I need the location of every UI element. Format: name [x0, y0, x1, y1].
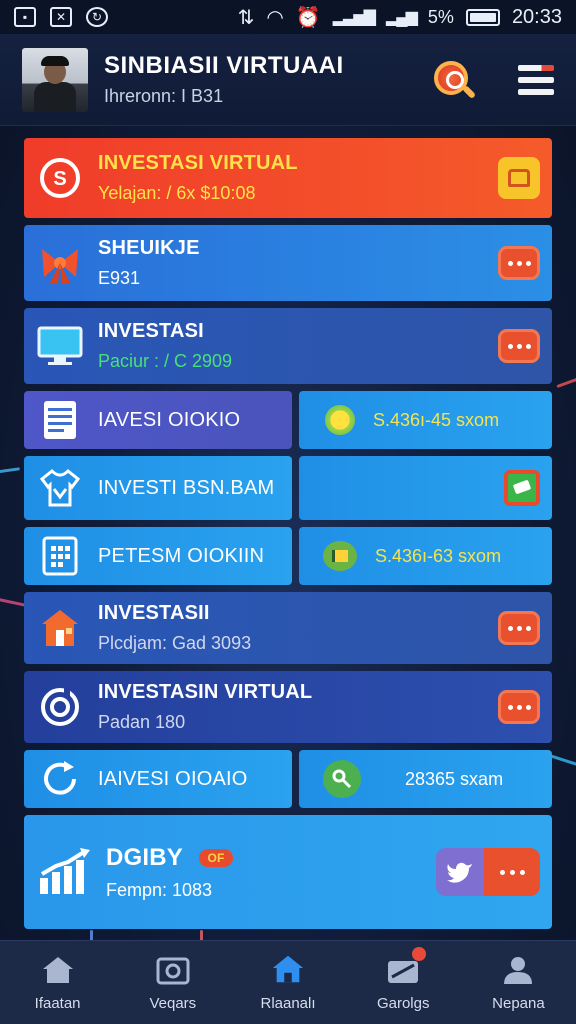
wifi-icon: ◠ [266, 6, 284, 29]
card-subtitle: Padan 180 [98, 712, 186, 732]
sync-icon: ↻ [86, 7, 108, 27]
list-row-pair: PETESM OIOKIIN S.436ı-63 sxom [24, 527, 552, 585]
monitor-icon [36, 322, 84, 370]
signal-icon: ▂▄▆ [385, 9, 418, 26]
gift-bow-icon [36, 239, 84, 287]
shirt-icon [36, 464, 84, 512]
notification-dot [412, 947, 427, 961]
refresh-icon [36, 755, 84, 803]
list-item[interactable]: IAIVESI OIOAIO [24, 750, 292, 808]
card-title: INVESTASI [98, 320, 204, 342]
alarm-icon: ⏰ [295, 6, 321, 29]
camera-icon [156, 953, 190, 985]
wallet-icon[interactable] [498, 157, 540, 199]
list-row-pair: INVESTI BSN.BAM [24, 456, 552, 520]
twitter-bird-icon[interactable] [436, 848, 484, 896]
list-row-pair: IAVESI OIOKIO S.436ı-45 sxom [24, 391, 552, 449]
list-item[interactable]: SHEUIKJE E931 [24, 225, 552, 301]
page-title: SINBIASII VIRTUAAI [104, 52, 344, 79]
card-subtitle: E931 [98, 268, 141, 288]
calculator-icon [36, 532, 84, 580]
list-item[interactable]: IAVESI OIOKIO [24, 391, 292, 449]
svg-text:S: S [53, 168, 66, 190]
item-label: PETESM OIOKIIN [98, 544, 265, 567]
nav-label: Ifaatan [34, 995, 81, 1012]
list-item[interactable]: INVESTASI Paciur : / C 2909 [24, 308, 552, 384]
card-subtitle: Fempn: 1083 [106, 879, 213, 900]
featured-investment-card[interactable]: S INVESTASI VIRTUAL Yelajan: / 6x $10:08 [24, 138, 552, 218]
status-bar: ▪ ✕ ↻ ⇅ ◠ ⏰ ▂▃▅▇ ▂▄▆ 5% 20:33 [0, 0, 576, 34]
list-item[interactable]: INVESTASII Plcdjam: Gad 3093 [24, 592, 552, 664]
target-icon [36, 683, 84, 731]
item-label: IAVESI OIOKIO [98, 408, 241, 431]
list-row-pair: IAIVESI OIOAIO 28365 sxam [24, 750, 552, 808]
card-subtitle: Paciur : / C 2909 [98, 351, 233, 371]
chat-button[interactable] [498, 246, 540, 280]
signal-bars-icon: ▂▃▅▇ [332, 9, 376, 26]
card-title: SHEUIKJE [98, 237, 200, 259]
home-icon [41, 953, 75, 985]
bottom-nav: Ifaatan Veqars Rlaanalı Garolgs Nepana [0, 940, 576, 1024]
item-label: INVESTI BSN.BAM [98, 476, 275, 499]
key-icon [323, 760, 361, 798]
share-actions [436, 848, 540, 896]
vibrate-icon: ⇅ [237, 6, 255, 29]
list-item-value[interactable]: S.436ı-63 sxom [299, 527, 552, 585]
flag-icon [323, 541, 357, 571]
investment-list: S INVESTASI VIRTUAL Yelajan: / 6x $10:08… [24, 138, 552, 936]
chat-button[interactable] [484, 848, 540, 896]
slot-coin-icon: S [36, 154, 84, 202]
nav-item-profile[interactable]: Nepana [461, 953, 576, 1012]
item-value: 28365 sxam [405, 768, 504, 789]
gallery-icon: ▪ [14, 7, 36, 27]
app-header: SINBIASII VIRTUAAI Ihreronn: I B31 [0, 34, 576, 126]
card-title: INVESTASII [98, 602, 210, 624]
item-value: S.436ı-45 sxom [373, 409, 500, 430]
nav-item-tickets[interactable]: Garolgs [346, 947, 461, 1012]
list-item-value[interactable]: S.436ı-45 sxom [299, 391, 552, 449]
clock: 20:33 [511, 5, 562, 28]
menu-icon[interactable] [518, 64, 554, 95]
battery-icon [465, 8, 500, 26]
nav-label: Rlaanalı [260, 995, 316, 1012]
chat-button[interactable] [498, 611, 540, 645]
card-subtitle: Yelajan: / 6x $10:08 [98, 183, 256, 203]
house-icon [36, 604, 84, 652]
item-value: S.436ı-63 sxom [375, 545, 502, 566]
chat-button[interactable] [498, 329, 540, 363]
nav-label: Garolgs [376, 995, 430, 1012]
growth-chart-icon [36, 848, 92, 896]
battery-percent: 5% [427, 6, 454, 27]
nav-label: Nepana [492, 995, 545, 1012]
list-item[interactable]: INVESTI BSN.BAM [24, 456, 292, 520]
list-item-value[interactable] [299, 456, 552, 520]
crossed-app-icon: ✕ [50, 7, 72, 27]
sun-coin-icon [325, 405, 355, 435]
profile-icon [501, 953, 535, 985]
list-item-value[interactable]: 28365 sxam [299, 750, 552, 808]
item-label: IAIVESI OIOAIO [98, 767, 248, 790]
search-icon[interactable] [430, 57, 477, 103]
game-card-icon[interactable] [504, 470, 540, 506]
status-badge: OF [199, 849, 233, 868]
notepad-icon [36, 396, 84, 444]
chat-button[interactable] [498, 690, 540, 724]
home-active-icon [271, 953, 305, 985]
list-item[interactable]: INVESTASIN VIRTUAL Padan 180 [24, 671, 552, 743]
ticket-icon [386, 947, 427, 985]
list-item-featured-growth[interactable]: DGIBY OF Fempn: 1083 [24, 815, 552, 929]
avatar[interactable] [22, 47, 88, 112]
list-item[interactable]: PETESM OIOKIIN [24, 527, 292, 585]
card-title: INVESTASI VIRTUAL [98, 152, 298, 174]
card-title: DGIBY [106, 843, 183, 871]
nav-item-camera[interactable]: Veqars [115, 953, 230, 1012]
nav-label: Veqars [149, 995, 197, 1012]
card-subtitle: Plcdjam: Gad 3093 [98, 633, 252, 653]
nav-item-active[interactable]: Rlaanalı [230, 953, 345, 1012]
nav-item-home[interactable]: Ifaatan [0, 953, 115, 1012]
page-subtitle: Ihreronn: I B31 [104, 86, 224, 106]
card-title: INVESTASIN VIRTUAL [98, 681, 313, 703]
